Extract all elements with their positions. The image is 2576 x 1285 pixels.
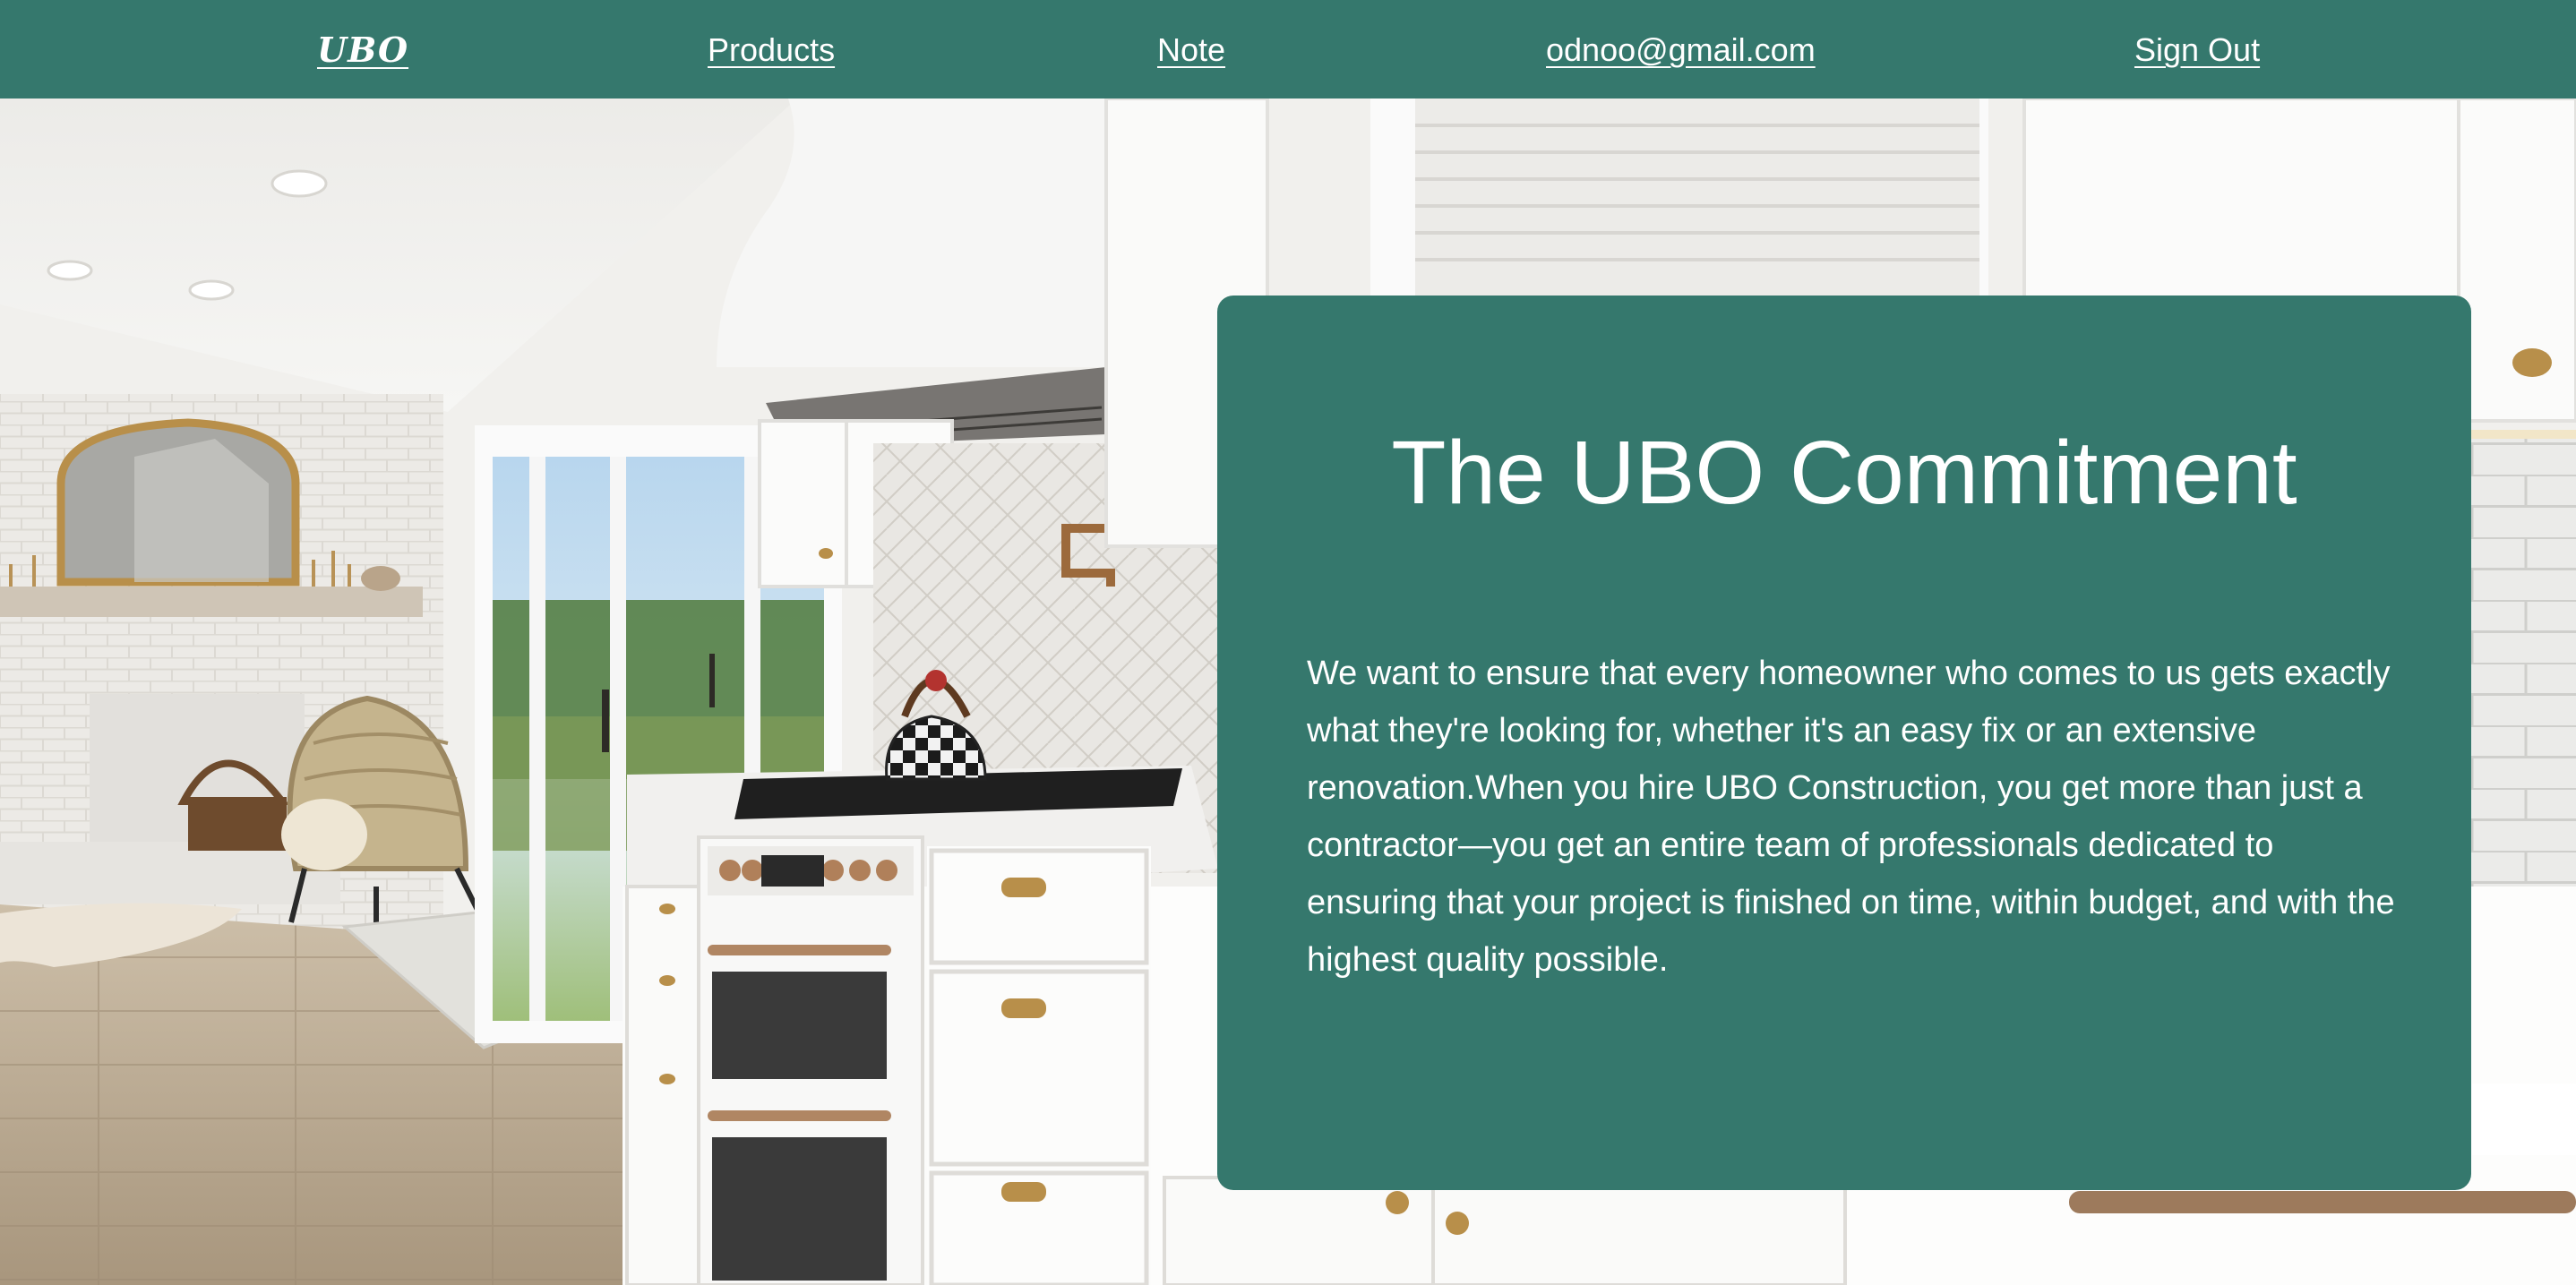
commitment-body-text: We want to ensure that every homeowner w… — [1307, 655, 2395, 979]
commitment-card: The UBO Commitment We want to ensure tha… — [1217, 296, 2471, 1190]
nav-link-sign-out[interactable]: Sign Out — [2134, 0, 2260, 99]
nav-link-products[interactable]: Products — [708, 0, 835, 99]
commitment-title: The UBO Commitment — [1391, 423, 2297, 523]
brand-logo-link[interactable]: UBO — [317, 0, 408, 99]
top-navbar: UBO Products Note odnoo@gmail.com Sign O… — [0, 0, 2576, 99]
nav-link-user-email[interactable]: odnoo@gmail.com — [1546, 0, 1816, 99]
nav-link-note[interactable]: Note — [1157, 0, 1225, 99]
